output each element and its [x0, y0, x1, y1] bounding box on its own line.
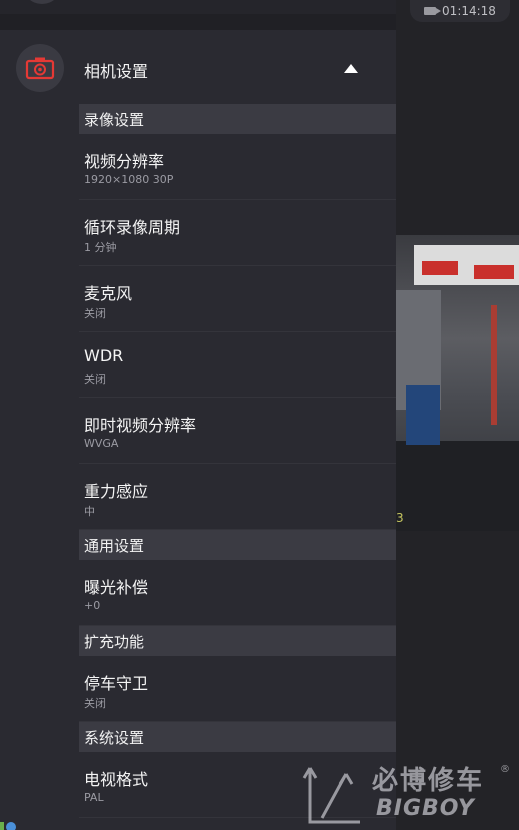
watermark-text-en: BIGBOY [376, 796, 475, 821]
preview-overlay-digit: 3 [396, 511, 404, 525]
section-header-system: 系统设置 [79, 722, 396, 752]
section-title: 相机设置 [84, 62, 149, 81]
setting-wdr[interactable]: WDR 关闭 [79, 332, 396, 398]
previous-menu-stub [0, 0, 396, 14]
setting-value: 关闭 [84, 373, 106, 386]
divider [0, 14, 396, 30]
settings-drawer: 相机设置 录像设置 视频分辨率 1920×1080 30P 循环录像周期 1 分… [0, 0, 396, 830]
settings-list: 录像设置 视频分辨率 1920×1080 30P 循环录像周期 1 分钟 麦克风… [79, 104, 396, 818]
watermark-logo: 必博修车 ® BIGBOY [300, 760, 515, 828]
setting-title: 视频分辨率 [84, 152, 165, 171]
setting-title: WDR [84, 346, 124, 365]
chevron-up-icon [344, 63, 358, 73]
setting-value: +0 [84, 599, 101, 612]
watermark-text-cn: 必博修车 [372, 766, 485, 796]
section-header-extended: 扩充功能 [79, 626, 396, 656]
collapse-button[interactable] [340, 60, 362, 76]
camera-settings-icon [16, 44, 64, 92]
setting-live-video-resolution[interactable]: 即时视频分辨率 WVGA [79, 398, 396, 464]
watermark-registered: ® [500, 764, 510, 775]
camera-preview[interactable]: 3 [396, 235, 519, 531]
setting-exposure-compensation[interactable]: 曝光补偿 +0 [79, 560, 396, 626]
setting-title: 即时视频分辨率 [84, 416, 197, 435]
section-header-recording: 录像设置 [79, 104, 396, 134]
setting-microphone[interactable]: 麦克风 关闭 [79, 266, 396, 332]
setting-title: 曝光补偿 [84, 578, 149, 597]
setting-value: WVGA [84, 437, 119, 450]
setting-loop-recording[interactable]: 循环录像周期 1 分钟 [79, 200, 396, 266]
setting-g-sensor[interactable]: 重力感应 中 [79, 464, 396, 530]
status-icons [0, 822, 20, 830]
setting-title: 重力感应 [84, 482, 149, 501]
setting-value: 1920×1080 30P [84, 173, 174, 186]
setting-value: PAL [84, 791, 104, 804]
setting-video-resolution[interactable]: 视频分辨率 1920×1080 30P [79, 134, 396, 200]
setting-parking-guard[interactable]: 停车守卫 关闭 [79, 656, 396, 722]
setting-title: 麦克风 [84, 284, 133, 303]
setting-value: 关闭 [84, 307, 106, 320]
setting-value: 中 [84, 505, 95, 518]
section-header-general: 通用设置 [79, 530, 396, 560]
recording-time: 01:14:18 [442, 4, 496, 18]
setting-value: 1 分钟 [84, 241, 117, 254]
setting-title: 循环录像周期 [84, 218, 181, 237]
setting-title: 电视格式 [84, 770, 149, 789]
recording-timer: 01:14:18 [410, 0, 510, 22]
camera-settings-header[interactable]: 相机设置 [0, 30, 396, 104]
video-camera-icon [424, 7, 442, 15]
setting-title: 停车守卫 [84, 674, 149, 693]
setting-value: 关闭 [84, 697, 106, 710]
